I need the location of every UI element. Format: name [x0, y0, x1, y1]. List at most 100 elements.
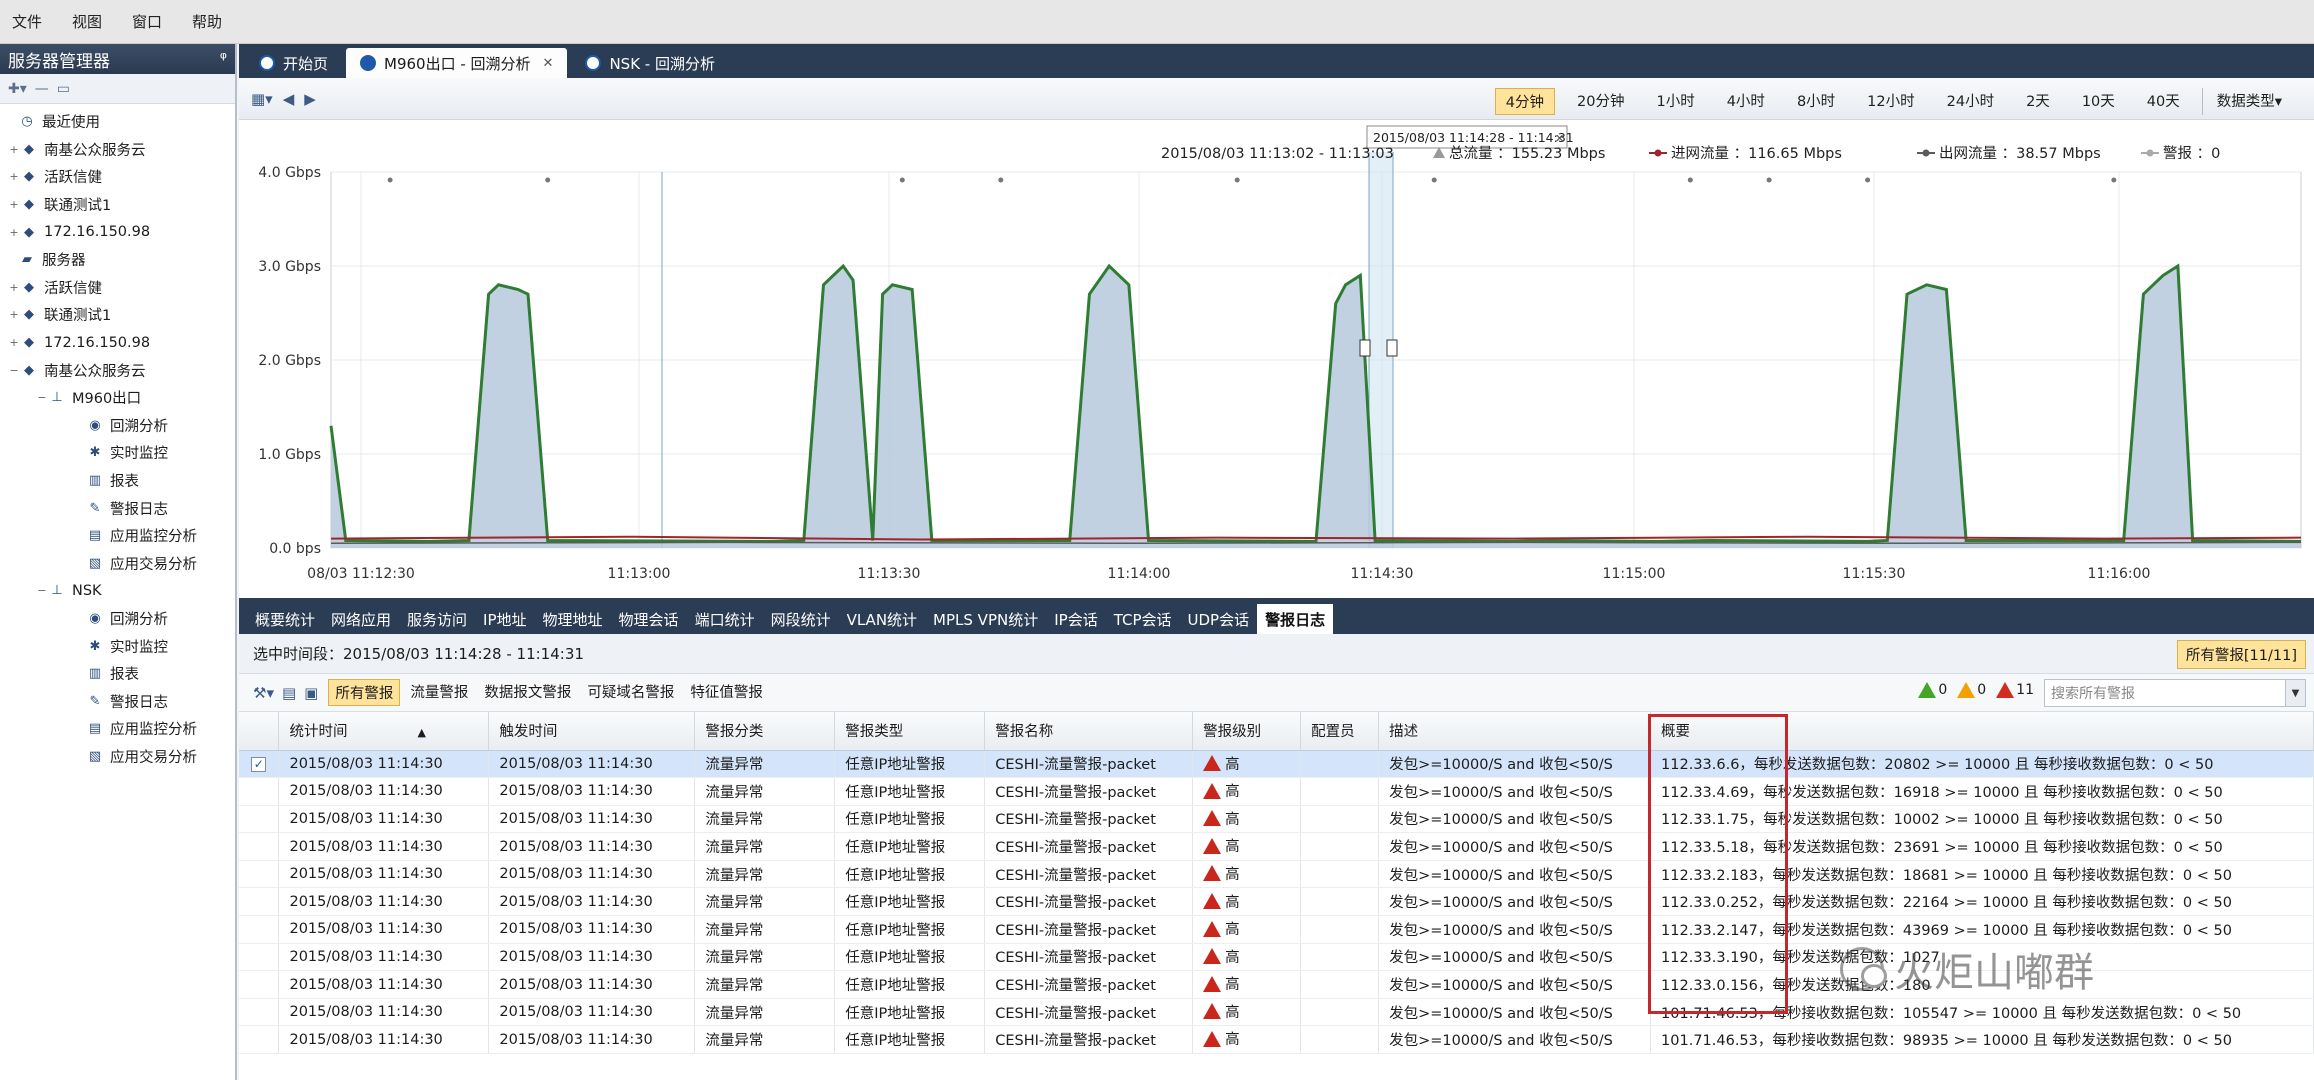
stat-tab[interactable]: UDP会话 [1180, 604, 1258, 634]
expand-toggle-icon[interactable]: + [8, 281, 20, 294]
table-row[interactable]: ✓ 2015/08/03 11:14:30 2015/08/03 11:14:30 流… [239, 750, 2314, 779]
stat-tab[interactable]: MPLS VPN统计 [925, 604, 1046, 634]
document-tab[interactable]: M960出口 - 回溯分析 ✕ [346, 48, 568, 78]
tree-node[interactable]: ▧ 应用交易分析 [0, 743, 235, 771]
chart-options-icon[interactable]: ▦▾ [251, 90, 273, 108]
table-row[interactable]: 2015/08/03 11:14:30 2015/08/03 11:14:30 流量… [239, 998, 2314, 1027]
page-icon[interactable]: ▭ [57, 81, 70, 97]
back-icon[interactable]: ◀ [283, 90, 295, 108]
time-range-button[interactable]: 40天 [2137, 88, 2190, 115]
tree-node[interactable]: + ◆ 172.16.150.98 [0, 218, 235, 246]
column-header[interactable]: 描述 [1378, 712, 1652, 751]
tree-node[interactable]: ▤ 应用监控分析 [0, 715, 235, 743]
table-row[interactable]: 2015/08/03 11:14:30 2015/08/03 11:14:30 流量… [239, 1025, 2314, 1055]
stat-tab[interactable]: 物理会话 [611, 604, 687, 634]
search-dropdown-icon[interactable]: ▼ [2285, 680, 2305, 706]
time-range-button[interactable]: 4小时 [1717, 88, 1775, 115]
time-range-button[interactable]: 20分钟 [1567, 88, 1634, 115]
data-type-dropdown[interactable]: 数据类型▾ [2201, 88, 2292, 115]
tree-node[interactable]: + ◆ 活跃信健 [0, 274, 235, 302]
tree-node[interactable]: + ◆ 活跃信健 [0, 163, 235, 191]
document-tab[interactable]: NSK - 回溯分析 [571, 48, 729, 78]
tree-node[interactable]: ✱ 实时监控 [0, 632, 235, 660]
stat-tab[interactable]: 服务访问 [399, 604, 475, 634]
tree-node[interactable]: + ◆ 联通测试1 [0, 191, 235, 219]
table-row[interactable]: 2015/08/03 11:14:30 2015/08/03 11:14:30 流量… [239, 887, 2314, 917]
menu-item[interactable]: 帮助 [192, 11, 222, 32]
table-row[interactable]: 2015/08/03 11:14:30 2015/08/03 11:14:30 流量… [239, 777, 2314, 806]
time-range-button[interactable]: 24小时 [1937, 88, 2004, 115]
tree-node[interactable]: − ⊥ M960出口 [0, 384, 235, 412]
tree-node[interactable]: + ◆ 联通测试1 [0, 301, 235, 329]
expand-toggle-icon[interactable]: + [8, 143, 20, 156]
alarm-filter-button[interactable]: 所有警报 [328, 679, 401, 706]
time-range-button[interactable]: 8小时 [1787, 88, 1845, 115]
time-range-button[interactable]: 10天 [2072, 88, 2125, 115]
tree-node[interactable]: ▤ 应用监控分析 [0, 522, 235, 550]
expand-toggle-icon[interactable]: − [36, 584, 48, 597]
traffic-chart[interactable]: 4.0 Gbps 3.0 Gbps 2.0 Gbps 1.0 Gbps 0.0 bps 0… [239, 120, 2314, 598]
stat-tab[interactable]: VLAN统计 [839, 604, 925, 634]
expand-toggle-icon[interactable]: + [8, 226, 20, 239]
alarm-filter-button[interactable]: 流量警报 [404, 679, 474, 706]
tree-node[interactable]: + ◆ 南基公众服务云 [0, 136, 235, 164]
row-checkbox-cell[interactable] [239, 805, 280, 834]
tree-node[interactable]: ▥ 报表 [0, 660, 235, 688]
alarm-filter-button[interactable]: 数据报文警报 [478, 679, 577, 706]
pin-icon[interactable]: ᵠ [220, 49, 227, 69]
alarm-filter-button[interactable]: 可疑域名警报 [581, 679, 680, 706]
expand-toggle-icon[interactable]: − [36, 391, 48, 404]
column-header[interactable]: 警报级别 [1192, 712, 1302, 751]
tree-node[interactable]: ✎ 警报日志 [0, 494, 235, 522]
column-header[interactable]: 概要 [1650, 712, 2314, 751]
tree-node[interactable]: ▥ 报表 [0, 467, 235, 495]
row-checkbox-cell[interactable] [239, 887, 280, 917]
column-header[interactable]: 警报类型 [834, 712, 986, 751]
table-row[interactable]: 2015/08/03 11:14:30 2015/08/03 11:14:30 流量… [239, 860, 2314, 889]
column-header[interactable]: 配置员 [1300, 712, 1380, 751]
stat-tab[interactable]: 物理地址 [535, 604, 611, 634]
row-checkbox-cell[interactable]: ✓ [239, 750, 280, 779]
severity-filter[interactable]: 11 [1996, 682, 2034, 698]
column-header[interactable]: 警报分类 [694, 712, 836, 751]
column-header[interactable]: 统计时间 ▲ [278, 712, 490, 751]
table-row[interactable]: 2015/08/03 11:14:30 2015/08/03 11:14:30 流量… [239, 805, 2314, 834]
forward-icon[interactable]: ▶ [304, 90, 316, 108]
expand-toggle-icon[interactable]: + [8, 198, 20, 211]
row-checkbox-cell[interactable] [239, 860, 280, 889]
tree-node[interactable]: ✱ 实时监控 [0, 439, 235, 467]
table-row[interactable]: 2015/08/03 11:14:30 2015/08/03 11:14:30 流量… [239, 832, 2314, 861]
tree-node[interactable]: ◉ 回溯分析 [0, 605, 235, 633]
tree-node[interactable]: ▧ 应用交易分析 [0, 550, 235, 578]
close-icon[interactable]: ✕ [543, 56, 554, 71]
menu-item[interactable]: 文件 [12, 11, 42, 32]
row-checkbox-cell[interactable] [239, 777, 280, 806]
tree-node[interactable]: − ◆ 南基公众服务云 [0, 356, 235, 384]
time-range-button[interactable]: 4分钟 [1494, 88, 1556, 115]
stat-tab[interactable]: IP会话 [1046, 604, 1105, 634]
severity-filter[interactable]: 0 [1957, 682, 1986, 698]
row-checkbox[interactable]: ✓ [251, 756, 267, 772]
time-range-button[interactable]: 12小时 [1857, 88, 1924, 115]
tree-node[interactable]: − ⊥ NSK [0, 577, 235, 605]
print-icon[interactable]: ▣ [304, 684, 318, 702]
stat-tab[interactable]: TCP会话 [1106, 604, 1180, 634]
stat-tab[interactable]: 网络应用 [323, 604, 399, 634]
expand-toggle-icon[interactable]: + [8, 336, 20, 349]
tree-node[interactable]: ◷ 最近使用 [0, 108, 235, 136]
expand-toggle-icon[interactable]: − [8, 364, 20, 377]
stat-tab[interactable]: 网段统计 [763, 604, 839, 634]
document-tab[interactable]: 开始页 [245, 48, 342, 78]
row-checkbox-cell[interactable] [239, 970, 280, 999]
row-checkbox-cell[interactable] [239, 915, 280, 944]
row-checkbox-cell[interactable] [239, 998, 280, 1027]
menu-item[interactable]: 视图 [72, 11, 102, 32]
row-checkbox-cell[interactable] [239, 832, 280, 861]
alarm-filter-button[interactable]: 特征值警报 [684, 679, 769, 706]
export-icon[interactable]: ▤ [282, 684, 296, 702]
stat-tab[interactable]: 概要统计 [247, 604, 323, 634]
severity-filter[interactable]: 0 [1918, 682, 1947, 698]
row-checkbox-cell[interactable] [239, 1025, 280, 1055]
menu-item[interactable]: 窗口 [132, 11, 162, 32]
stat-tab[interactable]: 端口统计 [687, 604, 763, 634]
